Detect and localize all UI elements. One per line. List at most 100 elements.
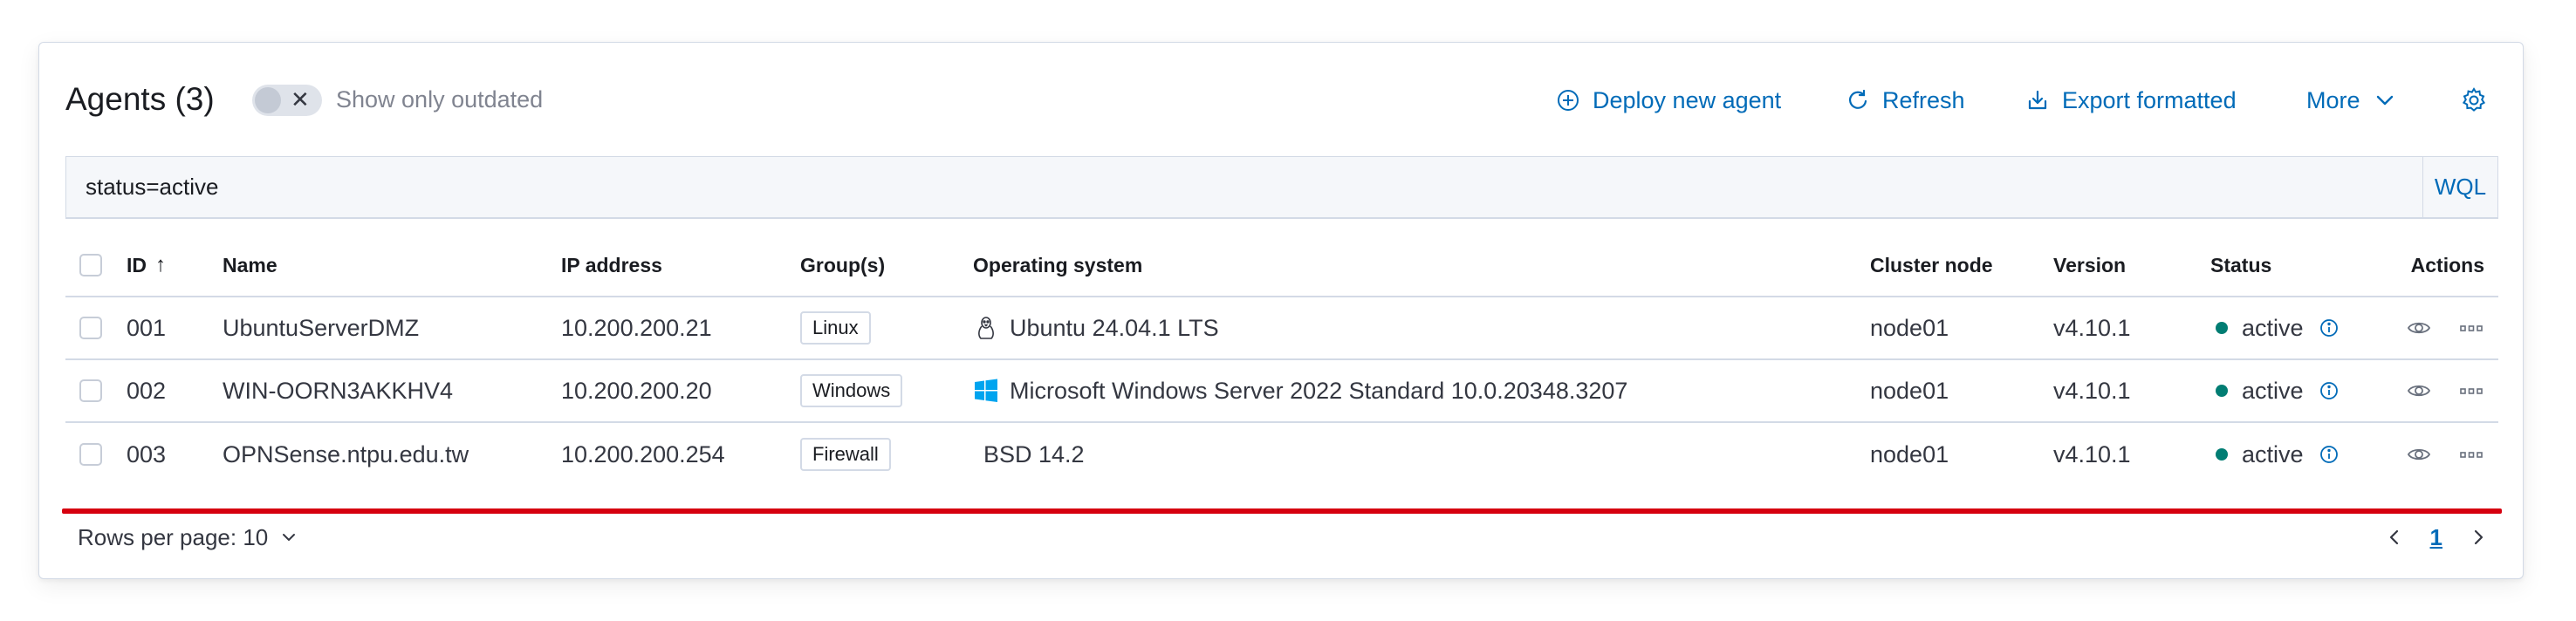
more-button[interactable]: More — [2306, 85, 2397, 116]
column-header-version[interactable]: Version — [2053, 235, 2126, 296]
deploy-agent-button[interactable]: Deploy new agent — [1556, 85, 1781, 116]
row-checkbox[interactable] — [79, 317, 102, 339]
column-header-id[interactable]: ID ↑ — [127, 235, 166, 296]
group-badge[interactable]: Firewall — [800, 438, 891, 471]
agent-name: OPNSense.ntpu.edu.tw — [223, 440, 469, 467]
column-id-label: ID — [127, 253, 147, 276]
row-select-cell — [79, 423, 102, 486]
agent-group-cell: Linux — [800, 297, 871, 358]
refresh-button[interactable]: Refresh — [1846, 85, 1965, 116]
agent-status-cell: active — [2210, 423, 2339, 486]
agent-status: active — [2242, 314, 2304, 341]
sort-ascending-icon: ↑ — [155, 253, 166, 276]
search-bar: WQL — [65, 156, 2498, 219]
plus-circle-icon — [1558, 90, 1579, 111]
pagination: 1 — [2385, 514, 2488, 561]
agent-group-cell: Firewall — [800, 423, 891, 486]
gear-icon — [2462, 87, 2486, 112]
outdated-toggle[interactable]: ✕ — [252, 85, 322, 116]
agent-ip: 10.200.200.254 — [561, 440, 725, 467]
row-checkbox[interactable] — [79, 443, 102, 466]
agent-status-cell: active — [2210, 360, 2339, 421]
agent-os: BSD 14.2 — [983, 440, 1085, 467]
table-row[interactable]: 003 OPNSense.ntpu.edu.tw 10.200.200.254 … — [65, 423, 2498, 486]
row-actions — [2406, 297, 2484, 358]
page-number[interactable]: 1 — [2430, 524, 2442, 551]
agent-name: WIN-OORN3AKKHV4 — [223, 377, 454, 404]
row-select-cell — [79, 360, 102, 421]
export-label: Export formatted — [2062, 86, 2237, 113]
eye-icon[interactable] — [2406, 315, 2432, 341]
export-button[interactable]: Export formatted — [2025, 85, 2237, 116]
page-title: Agents (3) — [65, 81, 215, 117]
row-actions — [2406, 360, 2484, 421]
info-icon[interactable] — [2319, 381, 2339, 400]
rows-per-page-button[interactable]: Rows per page: 10 — [78, 514, 298, 561]
agent-os: Ubuntu 24.04.1 LTS — [1010, 314, 1219, 341]
agent-cluster: node01 — [1870, 377, 1949, 404]
eye-icon[interactable] — [2406, 378, 2432, 404]
agent-ip: 10.200.200.20 — [561, 377, 712, 404]
more-label: More — [2306, 86, 2360, 113]
agent-os-cell: Microsoft Windows Server 2022 Standard 1… — [973, 360, 1627, 421]
agents-panel: Agents (3) ✕ Show only outdated Deploy n… — [38, 42, 2524, 579]
row-checkbox[interactable] — [79, 379, 102, 402]
agent-id: 001 — [127, 314, 167, 341]
table-header-row: ID ↑ Name IP address Group(s) Operating … — [65, 235, 2498, 297]
group-badge[interactable]: Windows — [800, 374, 903, 407]
agent-status: active — [2242, 440, 2304, 467]
status-dot — [2216, 385, 2228, 397]
more-options-icon[interactable] — [2458, 441, 2484, 467]
status-dot — [2216, 448, 2228, 461]
info-icon[interactable] — [2319, 445, 2339, 464]
agent-status: active — [2242, 377, 2304, 404]
column-header-cluster[interactable]: Cluster node — [1870, 235, 1993, 296]
agent-cluster: node01 — [1870, 314, 1949, 341]
select-all-cell — [79, 235, 102, 296]
column-header-ip[interactable]: IP address — [561, 235, 662, 296]
agent-group-cell: Windows — [800, 360, 903, 421]
agent-ip: 10.200.200.21 — [561, 314, 712, 341]
chevron-down-icon — [283, 534, 296, 541]
agent-version: v4.10.1 — [2053, 377, 2131, 404]
refresh-label: Refresh — [1882, 86, 1965, 113]
rows-per-page-label: Rows per page: 10 — [78, 523, 269, 550]
column-header-os[interactable]: Operating system — [973, 235, 1142, 296]
chevron-down-icon — [2376, 95, 2393, 106]
column-header-status[interactable]: Status — [2210, 235, 2271, 296]
table-row[interactable]: 002 WIN-OORN3AKKHV4 10.200.200.20 Window… — [65, 360, 2498, 423]
settings-button[interactable] — [2460, 85, 2488, 116]
select-all-checkbox[interactable] — [79, 254, 102, 276]
agent-name: UbuntuServerDMZ — [223, 314, 420, 341]
agents-table: ID ↑ Name IP address Group(s) Operating … — [65, 235, 2498, 486]
table-row[interactable]: 001 UbuntuServerDMZ 10.200.200.21 Linux … — [65, 297, 2498, 360]
agent-id: 002 — [127, 377, 167, 404]
agent-cluster: node01 — [1870, 440, 1949, 467]
group-badge[interactable]: Linux — [800, 311, 871, 345]
toggle-label: Show only outdated — [336, 86, 544, 113]
info-icon[interactable] — [2319, 318, 2339, 338]
windows-icon — [975, 379, 997, 402]
refresh-icon — [1848, 89, 1867, 109]
chevron-left-icon[interactable] — [2385, 528, 2404, 547]
agent-os-cell: BSD 14.2 — [973, 423, 1085, 486]
agent-os-cell: Ubuntu 24.04.1 LTS — [973, 297, 1219, 358]
toggle-knob — [255, 87, 281, 113]
status-dot — [2216, 322, 2228, 334]
wql-button[interactable]: WQL — [2422, 157, 2497, 217]
search-input[interactable] — [66, 157, 2422, 217]
agent-id: 003 — [127, 440, 167, 467]
row-select-cell — [79, 297, 102, 358]
download-icon — [2028, 90, 2047, 110]
column-header-groups[interactable]: Group(s) — [800, 235, 885, 296]
agent-status-cell: active — [2210, 297, 2339, 358]
eye-icon[interactable] — [2406, 441, 2432, 467]
chevron-right-icon[interactable] — [2469, 528, 2488, 547]
more-options-icon[interactable] — [2458, 378, 2484, 404]
column-header-name[interactable]: Name — [223, 235, 277, 296]
more-options-icon[interactable] — [2458, 315, 2484, 341]
agent-version: v4.10.1 — [2053, 314, 2131, 341]
panel-header: Agents (3) ✕ Show only outdated Deploy n… — [39, 43, 2523, 156]
agent-os: Microsoft Windows Server 2022 Standard 1… — [1010, 377, 1628, 404]
highlight-underline — [62, 508, 2502, 514]
